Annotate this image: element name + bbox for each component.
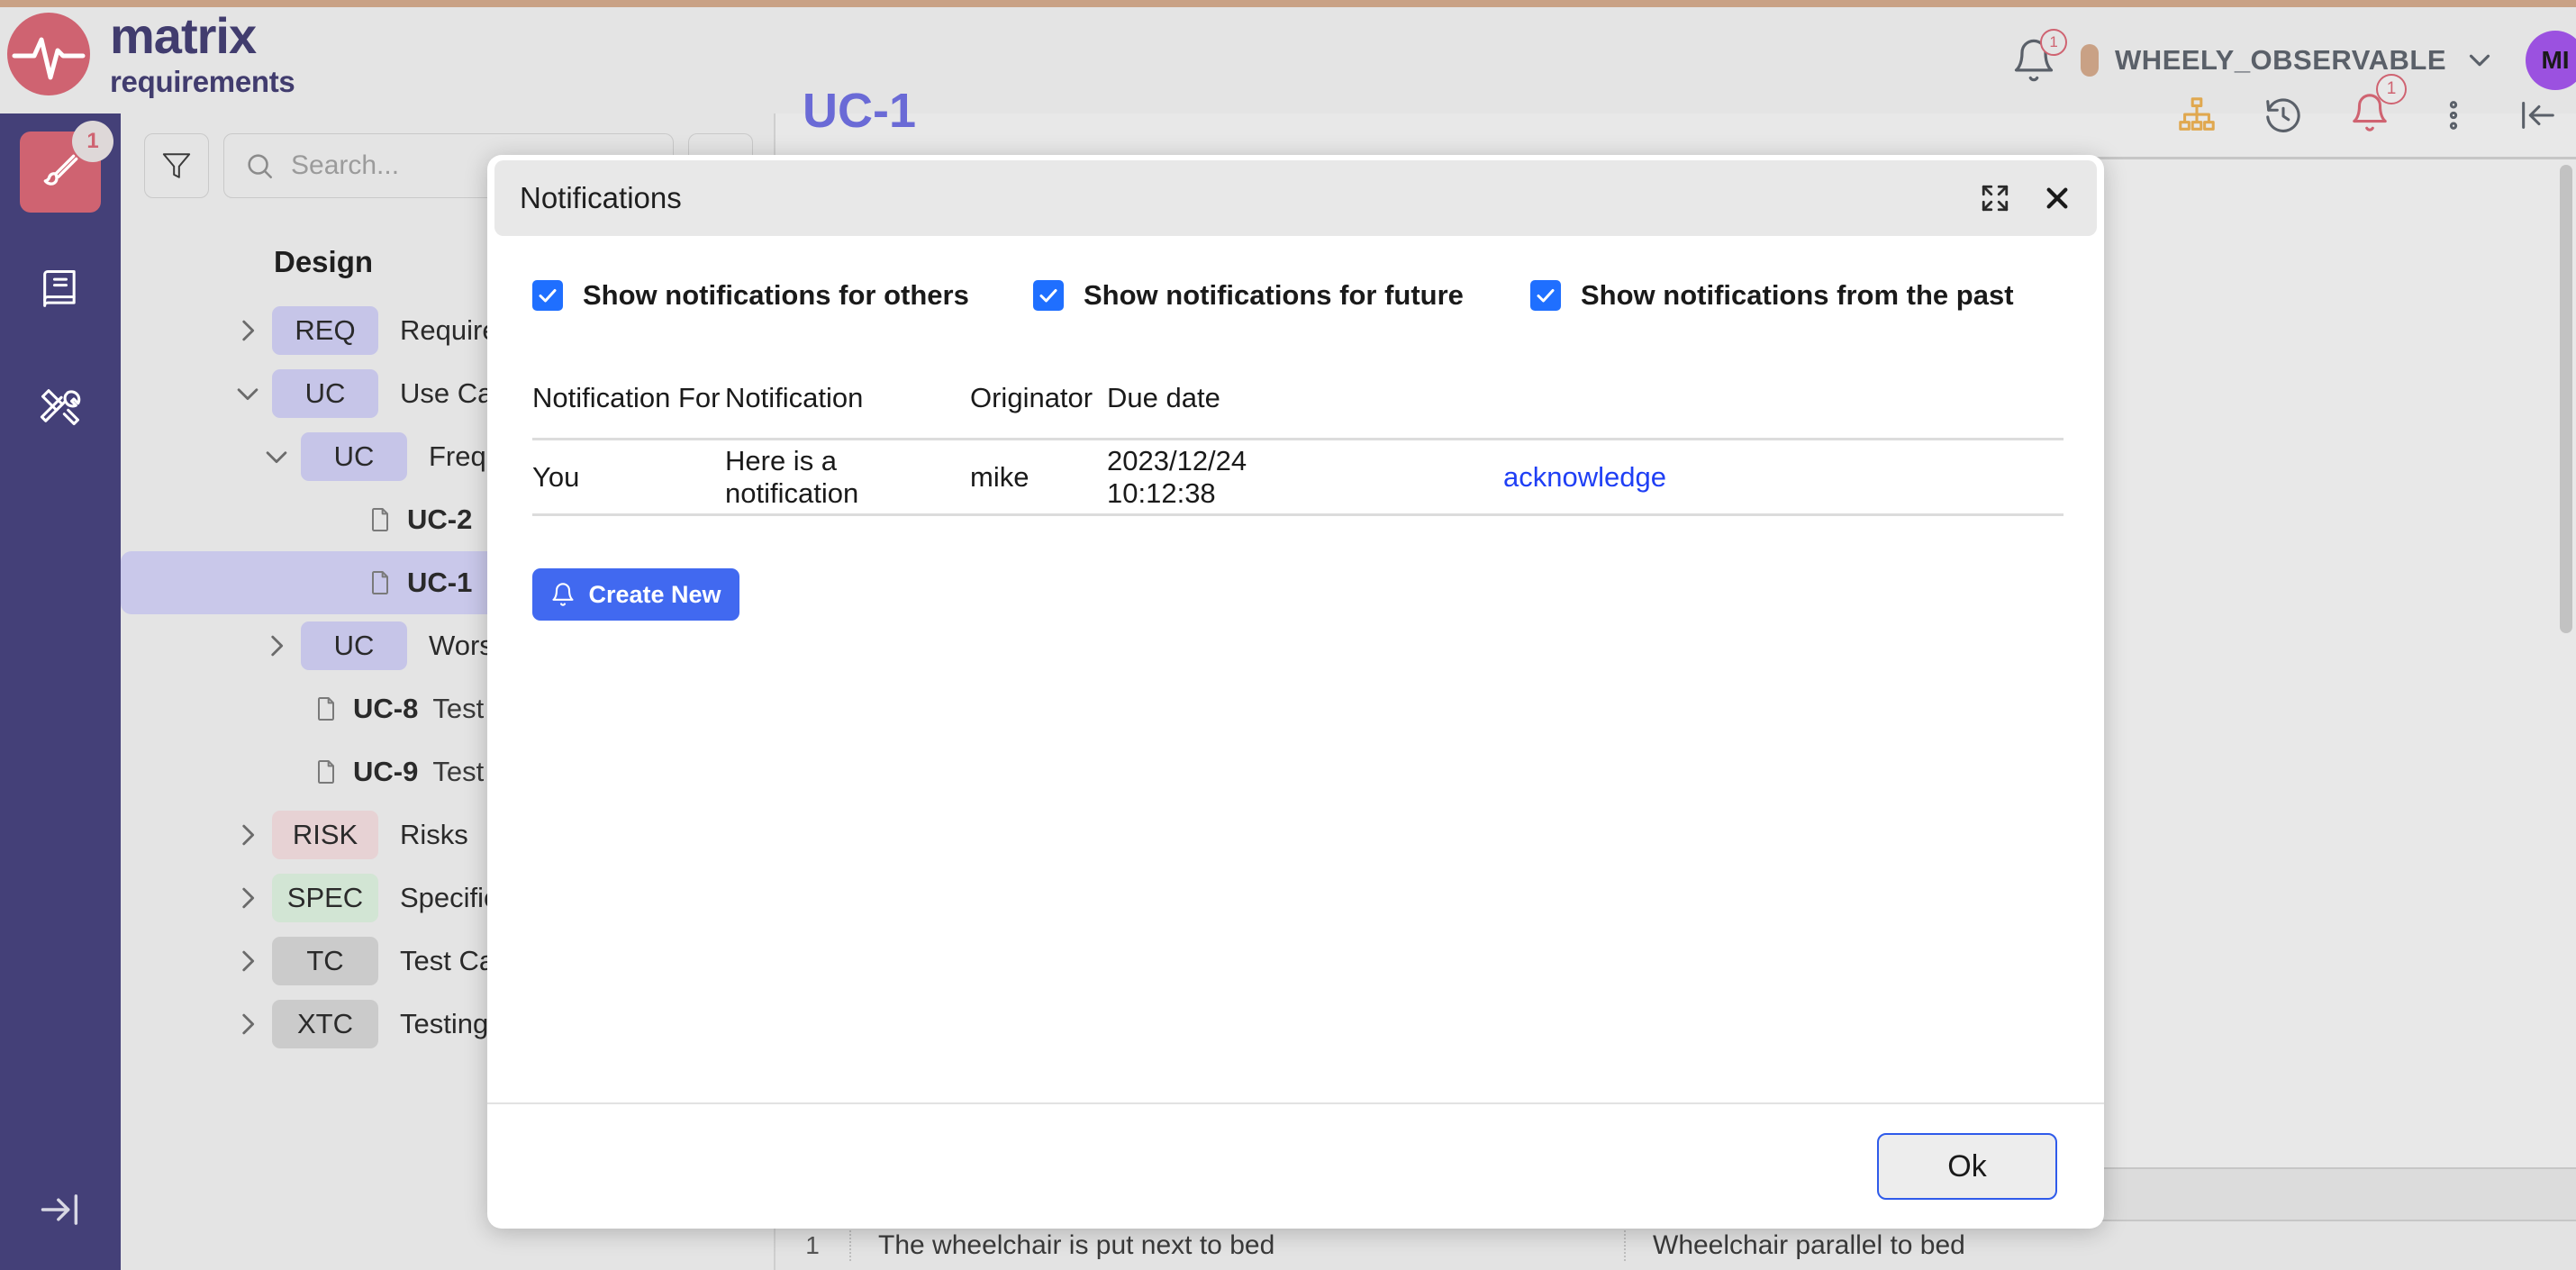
acknowledge-link[interactable]: acknowledge	[1503, 461, 1666, 494]
checkbox-label: Show notifications for future	[1084, 279, 1464, 311]
table-row[interactable]: You Here is a notification mike 2023/12/…	[532, 440, 2064, 516]
checkbox-show-for-others[interactable]: Show notifications for others	[532, 279, 1033, 312]
close-icon[interactable]	[2043, 184, 2072, 213]
checkbox-label: Show notifications for others	[583, 279, 969, 311]
bell-icon	[552, 583, 575, 606]
column-header-notification-for: Notification For	[532, 382, 721, 413]
dialog-footer: Ok	[487, 1102, 2104, 1229]
checkbox-show-from-past[interactable]: Show notifications from the past	[1530, 279, 2014, 312]
notifications-dialog: Notifications Show notifications for oth…	[487, 155, 2104, 1229]
cell-due-date: 2023/12/24 10:12:38	[1107, 444, 1247, 509]
notifications-table: Notification For Notification Originator…	[532, 382, 2064, 516]
checkbox-checked-icon[interactable]	[1033, 280, 1064, 311]
dialog-body: Show notifications for others Show notif…	[487, 236, 2104, 1102]
column-header-due-date: Due date	[1107, 382, 1220, 413]
checkbox-checked-icon[interactable]	[1530, 280, 1561, 311]
checkbox-label: Show notifications from the past	[1581, 279, 2014, 311]
column-header-originator: Originator	[970, 382, 1093, 413]
ok-button[interactable]: Ok	[1877, 1133, 2057, 1200]
cell-originator: mike	[970, 460, 1029, 493]
expand-icon[interactable]	[1980, 183, 2010, 213]
create-new-label: Create New	[588, 580, 721, 608]
cell-notification: Here is a notification	[725, 444, 859, 509]
column-header-notification: Notification	[725, 382, 864, 413]
checkbox-show-for-future[interactable]: Show notifications for future	[1033, 279, 1530, 312]
dialog-title: Notifications	[520, 181, 682, 214]
create-new-button[interactable]: Create New	[532, 568, 739, 621]
table-header-row: Notification For Notification Originator…	[532, 382, 2064, 440]
checkbox-checked-icon[interactable]	[532, 280, 563, 311]
dialog-header-actions	[1980, 183, 2072, 213]
notification-filters: Show notifications for others Show notif…	[532, 279, 2059, 312]
dialog-header: Notifications	[494, 160, 2097, 236]
modal-overlay: Notifications Show notifications for oth…	[0, 0, 2576, 1270]
cell-notification-for: You	[532, 460, 580, 493]
